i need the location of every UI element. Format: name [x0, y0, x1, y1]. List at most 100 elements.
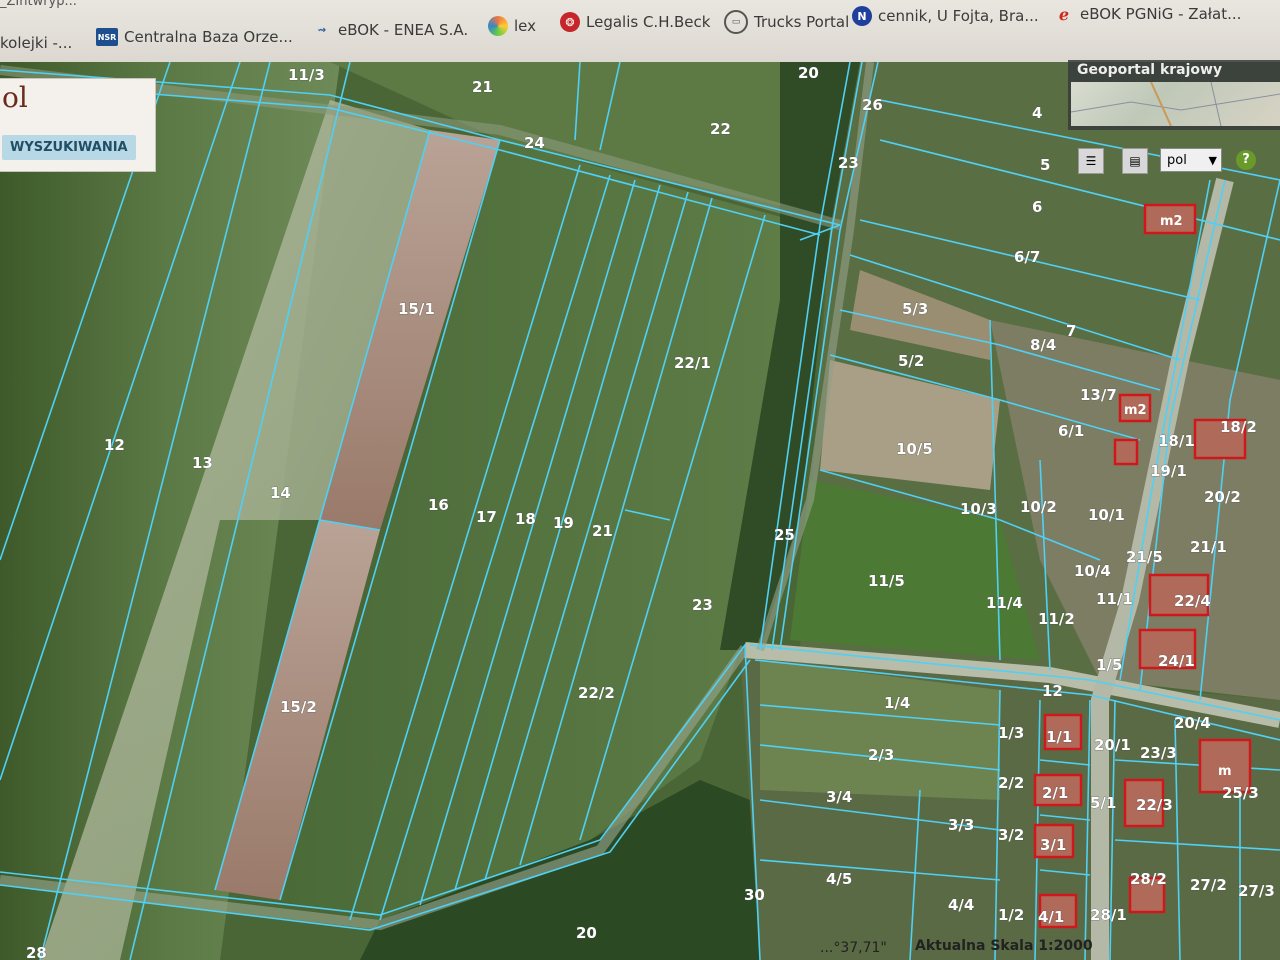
parcel-label: 6 [1032, 198, 1042, 216]
parcel-label: 22 [710, 120, 731, 138]
parcel-label: 26 [862, 96, 883, 114]
trucks-icon: ▭ [724, 10, 748, 34]
parcel-label: 23/3 [1140, 744, 1177, 762]
parcel-label: 22/4 [1174, 592, 1211, 610]
parcel-label: 20/2 [1204, 488, 1241, 506]
bookmark-label: cennik, U Fojta, Bra... [878, 7, 1039, 25]
bookmark-ebok-pgnig[interactable]: ℯ eBOK PGNiG - Załat... [1054, 4, 1242, 24]
parcel-label: 11/3 [288, 66, 325, 84]
parcel-label: 21/5 [1126, 548, 1163, 566]
overview-minimap[interactable] [1070, 81, 1280, 127]
parcel-label: 1/4 [884, 694, 910, 712]
parcel-label: 2/1 [1042, 784, 1068, 802]
parcel-label: 11/2 [1038, 610, 1075, 628]
language-select[interactable]: pol ▼ [1160, 148, 1222, 172]
parcel-label: 10/4 [1074, 562, 1111, 580]
bookmark-label: lex [514, 17, 537, 35]
parcel-label: 4/4 [948, 896, 974, 914]
parcel-label: 22/2 [578, 684, 615, 702]
bookmark-cennik[interactable]: N cennik, U Fojta, Bra... [852, 6, 1039, 26]
bookmark-centralna-baza[interactable]: NSR Centralna Baza Orze... [96, 28, 293, 46]
parcel-label: 3/1 [1040, 836, 1066, 854]
parcel-label: 13/7 [1080, 386, 1117, 404]
parcel-label: 11/4 [986, 594, 1023, 612]
tab-title-fragment[interactable]: _ZIntwryp... [0, 0, 77, 9]
language-value: pol [1167, 153, 1187, 168]
bookmark-ebok-enea[interactable]: ⇝ eBOK - ENEA S.A. [312, 20, 468, 40]
building-label: m2 [1160, 214, 1183, 229]
parcel-label: 4/1 [1038, 908, 1064, 926]
parcel-label: 27/2 [1190, 876, 1227, 894]
parcel-label: 28/1 [1090, 906, 1127, 924]
bookmark-trucks-portal[interactable]: ▭ Trucks Portal [724, 10, 849, 34]
parcel-label: 19/1 [1150, 462, 1187, 480]
parcel-label: 28/2 [1130, 870, 1167, 888]
bookmark-label: Legalis C.H.Beck [586, 13, 711, 31]
legend-icon[interactable]: ☰ [1078, 148, 1104, 174]
parcel-label: 7 [1066, 322, 1076, 340]
parcel-label: 23 [692, 596, 713, 614]
parcel-label: 5/3 [902, 300, 928, 318]
parcel-label: 3/3 [948, 816, 974, 834]
building-label: m2 [1124, 403, 1147, 418]
parcel-label: 18/2 [1220, 418, 1257, 436]
parcel-label: 15/2 [280, 698, 317, 716]
parcel-label: 10/1 [1088, 506, 1125, 524]
map-canvas[interactable]: m2 m2 m 11/3 21 20 24 22 15/1 22/1 12 13… [0, 62, 1280, 960]
bookmark-label: kolejki -... [0, 34, 73, 52]
parcel-label: 1/2 [998, 906, 1024, 924]
parcel-label: 21 [592, 522, 613, 540]
minimap-roads [1070, 81, 1280, 127]
parcel-label: 5/1 [1090, 794, 1116, 812]
parcel-label: 4 [1032, 104, 1042, 122]
parcel-label: 20/4 [1174, 714, 1211, 732]
search-panel: ol WYSZUKIWANIA [0, 78, 156, 172]
parcel-label: 22/3 [1136, 796, 1173, 814]
parcel-label: 22/1 [674, 354, 711, 372]
parcel-label: 1/3 [998, 724, 1024, 742]
bookmark-lex[interactable]: lex [488, 16, 536, 36]
parcel-label: 11/5 [868, 572, 905, 590]
bookmark-legalis[interactable]: ❂ Legalis C.H.Beck [560, 12, 710, 32]
chevron-down-icon: ▼ [1208, 154, 1217, 167]
parcel-label: 3/2 [998, 826, 1024, 844]
bookmark-label: Centralna Baza Orze... [124, 28, 293, 46]
parcel-label: 20/1 [1094, 736, 1131, 754]
print-icon[interactable]: ▤ [1122, 148, 1148, 174]
pgnig-icon: ℯ [1058, 4, 1070, 24]
parcel-label: 25 [774, 526, 795, 544]
overview-map-panel: Geoportal krajowy [1068, 60, 1280, 130]
parcel-label: 21 [472, 78, 493, 96]
parcel-label: 27/3 [1238, 882, 1275, 900]
building-label: m [1218, 764, 1232, 779]
parcel-label: 5/2 [898, 352, 924, 370]
bookmark-kolejki[interactable]: kolejki -... [0, 34, 72, 52]
parcel-label: 24 [524, 134, 545, 152]
parcel-label: 13 [192, 454, 213, 472]
parcel-label: 5 [1040, 156, 1050, 174]
parcel-label: 6/7 [1014, 248, 1040, 266]
parcel-label: 20 [798, 64, 819, 82]
building [1113, 438, 1139, 466]
parcel-label: 16 [428, 496, 449, 514]
search-button[interactable]: WYSZUKIWANIA [2, 135, 136, 160]
map-toolbar: ☰ ▤ pol ▼ ? [1070, 142, 1280, 180]
parcel-label: 10/2 [1020, 498, 1057, 516]
bookmarks-bar: _ZIntwryp... kolejki -... NSR Centralna … [0, 0, 1280, 63]
parcel-label: 25/3 [1222, 784, 1259, 802]
parcel-label: 21/1 [1190, 538, 1227, 556]
parcel-label: 6/1 [1058, 422, 1084, 440]
parcel-label: 10/5 [896, 440, 933, 458]
parcel-label: 18 [515, 510, 536, 528]
bookmark-label: Trucks Portal [754, 13, 850, 31]
n-icon: N [852, 6, 872, 26]
parcel-label: 12 [1042, 682, 1063, 700]
parcel-label: 30 [744, 886, 765, 904]
help-icon[interactable]: ? [1236, 150, 1256, 170]
scale-bar: ...°37,71" Aktualna Skala 1:2000 [820, 934, 1280, 960]
overview-title: Geoportal krajowy [1077, 62, 1223, 78]
bookmark-label: eBOK PGNiG - Załat... [1080, 5, 1242, 23]
parcel-label: 19 [553, 514, 574, 532]
parcel-label: 15/1 [398, 300, 435, 318]
parcel-label: 12 [104, 436, 125, 454]
